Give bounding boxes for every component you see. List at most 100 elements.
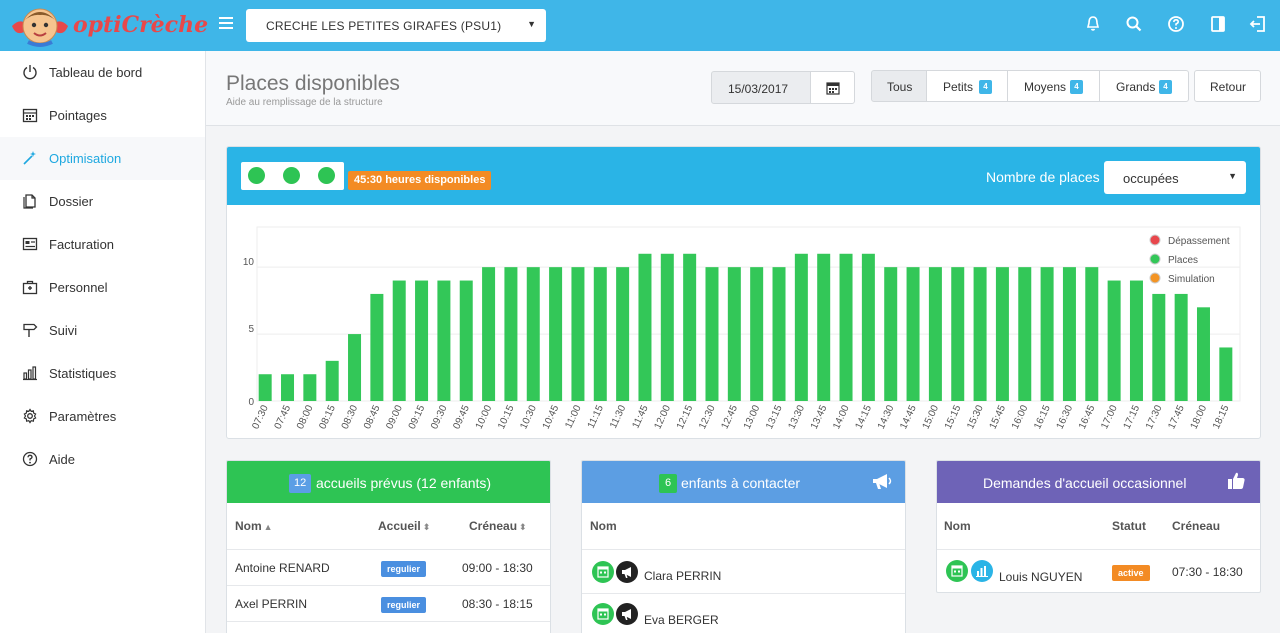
sidebar-item-label: Pointages	[49, 108, 107, 123]
column-header-nom: Nom	[944, 519, 971, 533]
date-picker-button[interactable]	[810, 71, 855, 104]
logo-text: optiCrèche	[73, 12, 209, 38]
x-tick-label: 14:45	[898, 403, 919, 431]
table-row[interactable]: Eva BERGER	[582, 593, 905, 633]
sidebar-item-facturation[interactable]: Facturation	[0, 223, 205, 266]
bar	[459, 280, 473, 401]
accueil-type-tag: regulier	[381, 561, 427, 577]
briefcase-icon	[22, 280, 38, 295]
column-header-nom: Nom	[590, 519, 617, 533]
app-logo[interactable]: optiCrèche	[10, 6, 208, 48]
bar	[705, 267, 719, 401]
help-circle-icon[interactable]	[1167, 15, 1185, 33]
sidebar-item-personnel[interactable]: Personnel	[0, 266, 205, 309]
places-bar-chart: 051007:30 07:45 08:00 08:15 08:30 08:45 09:00 0…	[243, 226, 1241, 431]
bar	[482, 267, 496, 401]
column-header-nom[interactable]: Nom ▲	[235, 519, 273, 533]
bar-chart-icon	[23, 366, 37, 381]
logout-icon[interactable]	[1249, 15, 1267, 33]
bar	[839, 253, 853, 401]
filter-moyens-button[interactable]: Moyens 4	[1007, 70, 1100, 102]
table-row[interactable]: Axel PERRIN regulier 08:30 - 18:15	[227, 585, 550, 621]
sidebar-item-pointages[interactable]: Pointages	[0, 94, 205, 137]
y-tick-label: 10	[243, 257, 255, 268]
sidebar-item-optimisation[interactable]: Optimisation	[0, 137, 205, 180]
sidebar-item-label: Suivi	[49, 323, 78, 338]
bar	[616, 267, 630, 401]
row-nom: Louis NGUYEN	[999, 570, 1083, 584]
back-button[interactable]: Retour	[1194, 70, 1261, 102]
x-tick-label: 16:30	[1055, 403, 1076, 431]
calendar-badge-icon[interactable]	[592, 561, 614, 583]
sidebar-item-label: Optimisation	[49, 151, 122, 166]
x-tick-label: 13:30	[787, 403, 808, 431]
bar	[660, 253, 674, 401]
x-tick-label: 15:15	[943, 403, 964, 431]
row-creneau: 07:30 - 18:30	[1172, 565, 1243, 579]
x-tick-label: 10:00	[474, 403, 495, 431]
column-header-creneau[interactable]: Créneau ⬍	[469, 519, 527, 533]
bar	[392, 280, 406, 401]
sidebar-item-dossier[interactable]: Dossier	[0, 180, 205, 223]
table-row[interactable]	[227, 621, 550, 633]
sidebar-item-aide[interactable]: Aide	[0, 438, 205, 481]
bar	[973, 267, 987, 401]
legend-marker	[1149, 272, 1161, 284]
page-subtitle: Aide au remplissage de la structure	[226, 97, 383, 108]
sidebar-panel-icon[interactable]	[1209, 15, 1227, 33]
sidebar-item-suivi[interactable]: Suivi	[0, 309, 205, 352]
column-header-statut: Statut	[1112, 519, 1146, 533]
page-title: Places disponibles	[226, 72, 400, 95]
calendar-badge-icon[interactable]	[592, 603, 614, 625]
legend-marker	[1149, 234, 1161, 246]
sidebar-item-label: Personnel	[49, 280, 108, 295]
x-tick-label: 13:45	[809, 403, 830, 431]
filter-tous-button[interactable]: Tous	[871, 70, 927, 102]
table-row[interactable]: Antoine RENARD regulier 09:00 - 18:30	[227, 549, 550, 585]
sidebar-item-parametres[interactable]: Paramètres	[0, 395, 205, 438]
power-icon	[23, 65, 37, 80]
filter-grands-button[interactable]: Grands 4	[1099, 70, 1189, 102]
places-mode-select[interactable]: occupées ▼	[1104, 161, 1246, 194]
bar	[1174, 293, 1188, 401]
sort-icon: ⬍	[422, 522, 431, 532]
table-row[interactable]: Clara PERRIN	[582, 549, 905, 593]
table-row[interactable]: Louis NGUYEN active 07:30 - 18:30	[937, 549, 1260, 592]
x-tick-label: 17:15	[1122, 403, 1143, 431]
row-creneau: 08:30 - 18:15	[462, 597, 533, 611]
date-input[interactable]: 15/03/2017	[711, 71, 811, 104]
accueils-title: accueils prévus (12 enfants)	[316, 475, 492, 491]
megaphone-badge-icon[interactable]	[616, 603, 638, 625]
menu-toggle-icon[interactable]	[219, 17, 233, 29]
filter-petits-button[interactable]: Petits 4	[926, 70, 1008, 102]
bar	[772, 267, 786, 401]
megaphone-icon	[873, 474, 892, 489]
accueils-count-badge: 12	[289, 474, 312, 493]
sidebar: Tableau de bord Pointages Optimisation D…	[0, 51, 206, 633]
demandes-title: Demandes d'accueil occasionnel	[983, 475, 1187, 491]
search-icon[interactable]	[1125, 15, 1143, 33]
column-header-accueil[interactable]: Accueil ⬍	[378, 519, 430, 533]
x-tick-label: 10:30	[518, 403, 539, 431]
filter-count-badge: 4	[1159, 80, 1172, 94]
bar	[884, 267, 898, 401]
x-tick-label: 15:45	[988, 403, 1009, 431]
bar-chart-badge-icon[interactable]	[971, 560, 993, 582]
calendar-icon	[22, 108, 38, 123]
legend-label: Simulation	[1168, 274, 1215, 285]
calendar-badge-icon[interactable]	[946, 560, 968, 582]
sidebar-item-statistiques[interactable]: Statistiques	[0, 352, 205, 395]
x-tick-label: 11:00	[563, 403, 583, 430]
creche-select[interactable]: CRECHE LES PETITES GIRAFES (PSU1) ▼	[246, 9, 546, 42]
sidebar-item-tableau-de-bord[interactable]: Tableau de bord	[0, 51, 205, 94]
bar	[437, 280, 451, 401]
bar	[1018, 267, 1032, 401]
bell-icon[interactable]	[1084, 15, 1102, 33]
legend-label: Dépassement	[1168, 236, 1230, 247]
megaphone-badge-icon[interactable]	[616, 561, 638, 583]
x-tick-label: 15:30	[965, 403, 986, 431]
status-dots	[241, 162, 344, 190]
filter-label: Moyens	[1024, 80, 1067, 94]
bar	[593, 267, 607, 401]
bar	[415, 280, 429, 401]
